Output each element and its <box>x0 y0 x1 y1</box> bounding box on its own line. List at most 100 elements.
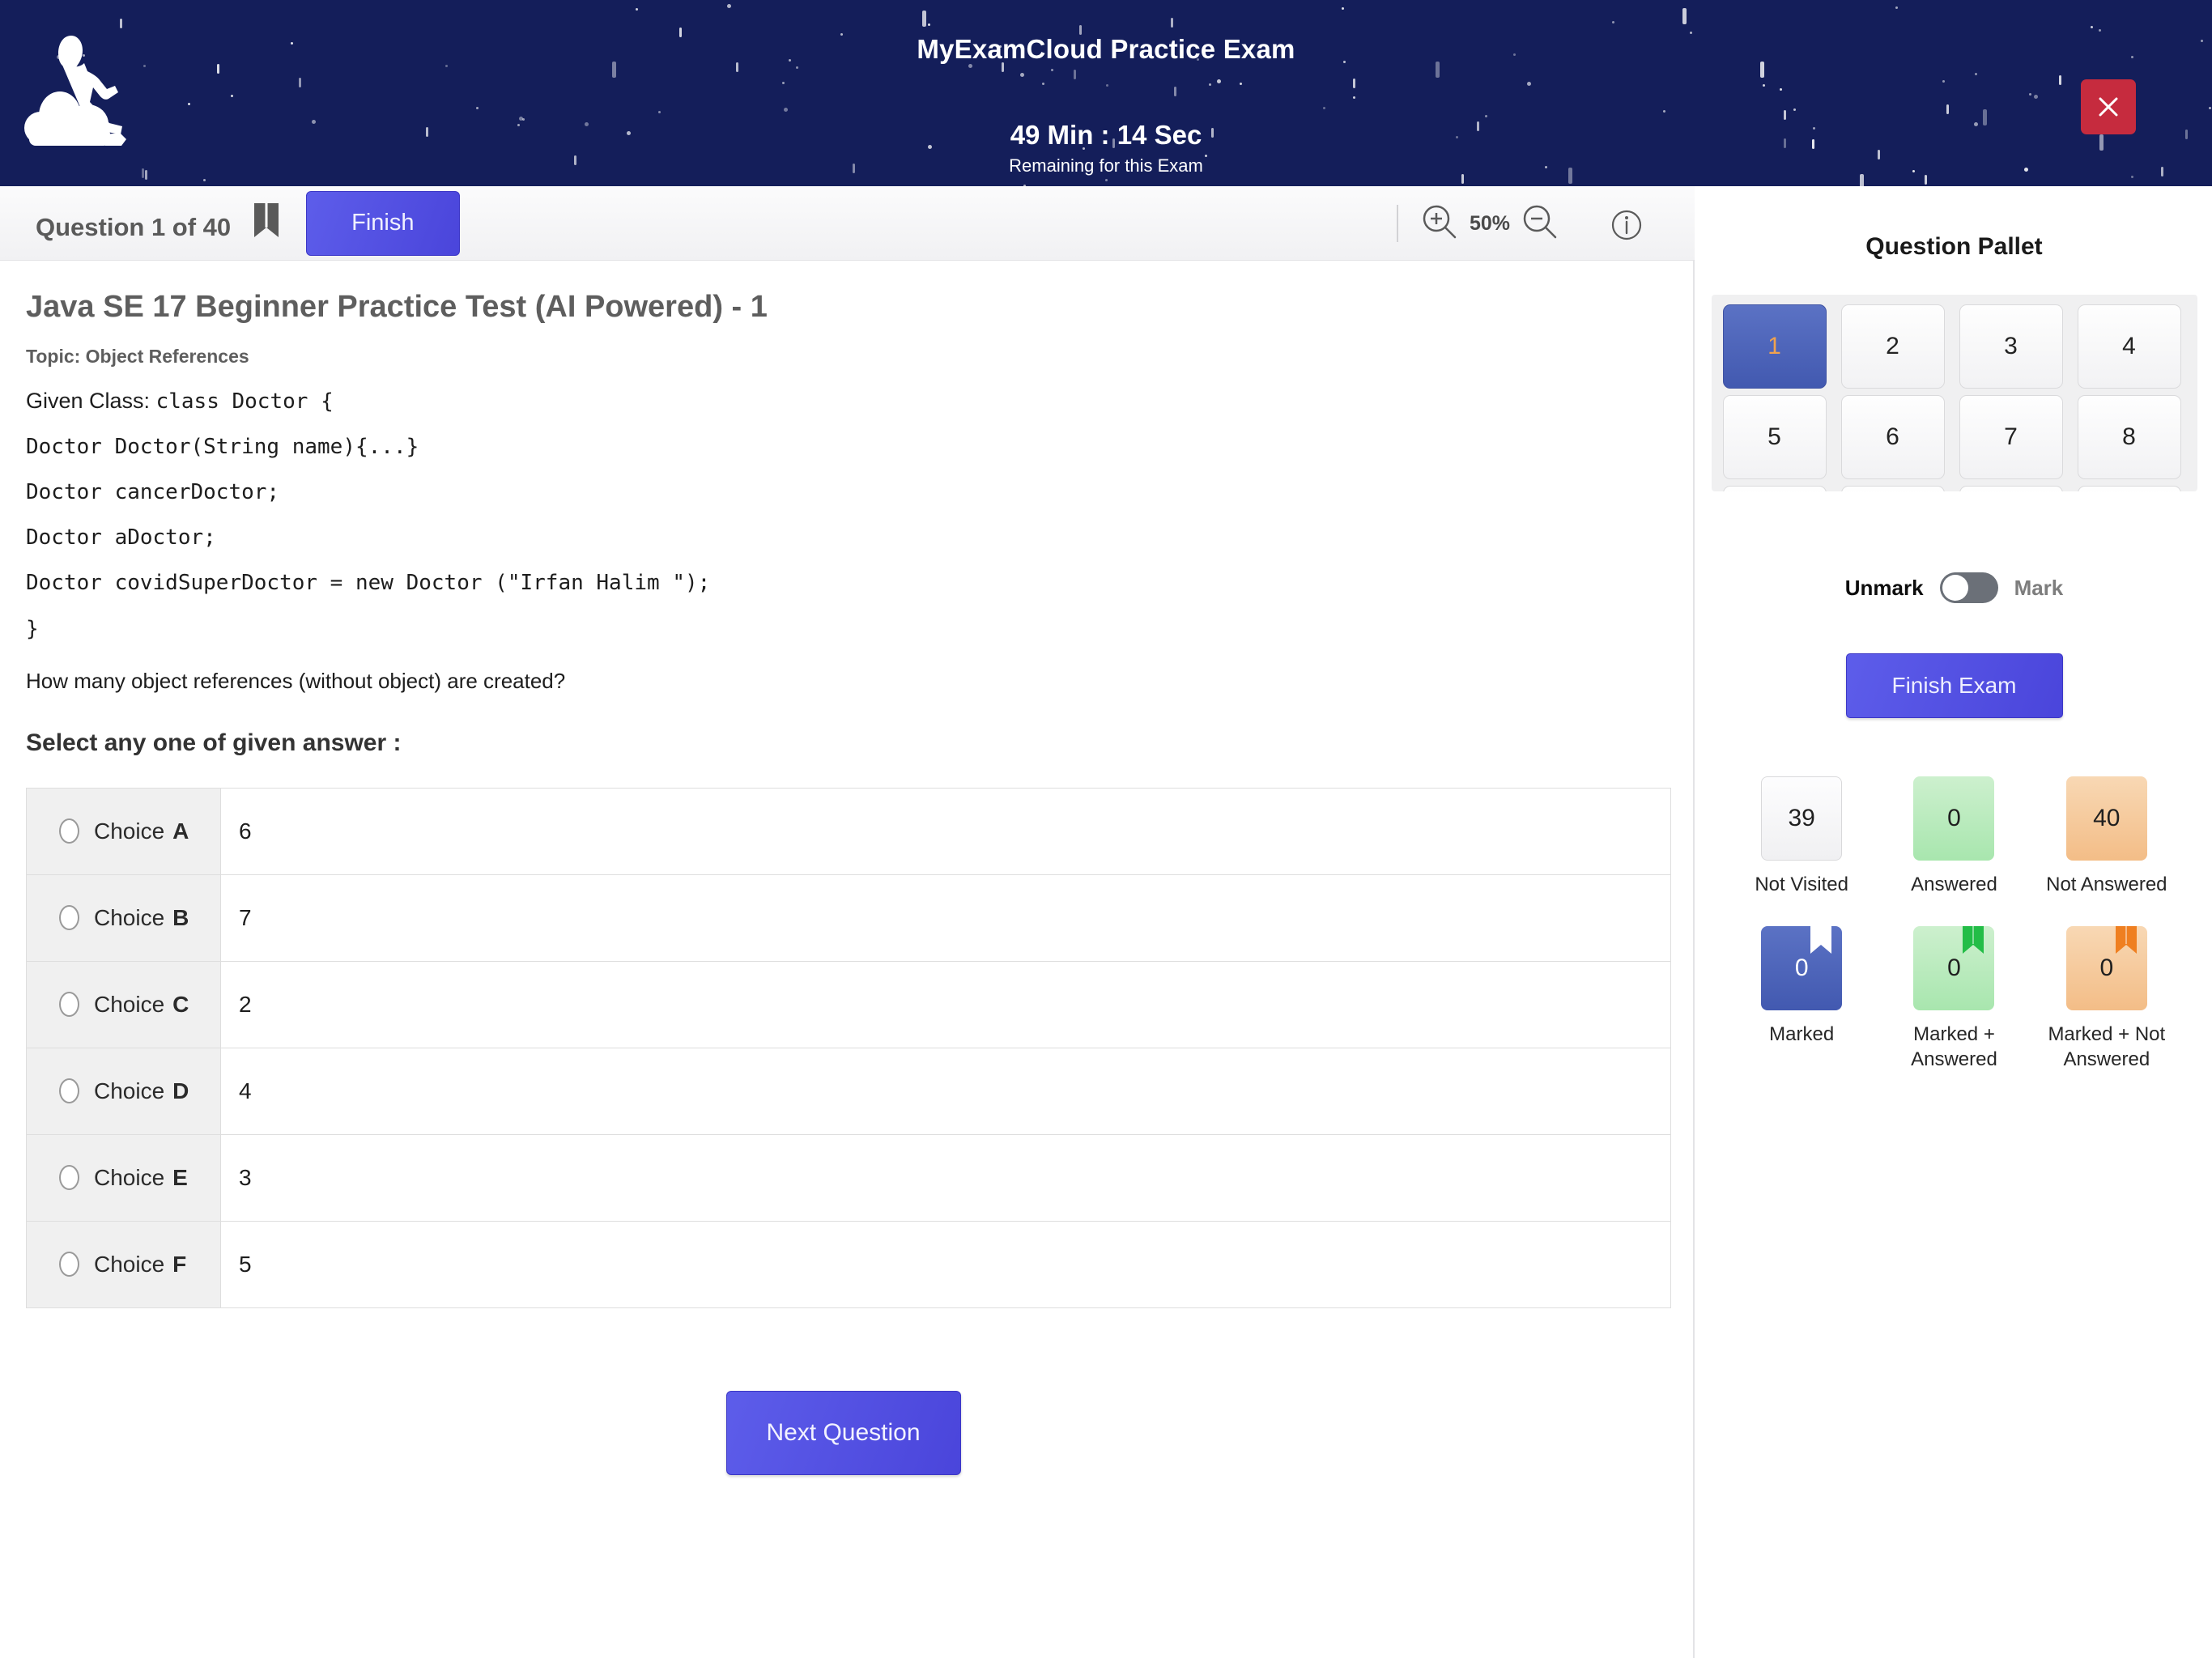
star-dot <box>1073 69 1076 79</box>
pallet-cell-9[interactable]: 9 <box>1722 486 1827 491</box>
star-dot <box>782 81 785 84</box>
star-dot <box>2209 107 2212 110</box>
zoom-level: 50% <box>1469 211 1510 235</box>
star-dot <box>1779 88 1782 91</box>
next-question-button[interactable]: Next Question <box>725 1390 961 1475</box>
legend-swatch: 0 <box>1913 926 1995 1011</box>
choice-word: Choice <box>94 818 165 844</box>
choice-row[interactable]: Choice B 7 <box>27 874 1670 962</box>
star-dot <box>727 4 732 9</box>
star-dot <box>1682 7 1687 24</box>
pallet-cell-4[interactable]: 4 <box>2077 304 2181 389</box>
mark-toggle[interactable] <box>1939 572 1998 603</box>
status-legend-row-2: 0 Marked 0 Marked + Answered 0 Marked + Not A… <box>1696 926 2212 1072</box>
star-dot <box>2099 28 2102 32</box>
pallet-cell-12[interactable]: 12 <box>2077 486 2181 491</box>
choice-option-c[interactable]: Choice C <box>27 961 221 1048</box>
question-prompt: How many object references (without obje… <box>26 668 566 693</box>
star-dot <box>1079 24 1083 35</box>
bookmark-icon[interactable] <box>253 202 280 245</box>
question-counter-label: Question 1 of 40 <box>36 212 232 241</box>
code-line-3: Doctor aDoctor; <box>26 525 216 551</box>
star-dot <box>795 66 798 70</box>
legend-count: 40 <box>2093 805 2121 831</box>
code-line-0: class Doctor { <box>155 389 334 414</box>
star-dot <box>922 10 927 27</box>
choice-letter: A <box>172 818 189 844</box>
radio-icon[interactable] <box>59 1078 79 1104</box>
pallet-cell-11[interactable]: 11 <box>1959 486 2063 491</box>
choice-value: 7 <box>221 874 1670 961</box>
given-class-label: Given Class: <box>26 389 151 413</box>
choice-value: 4 <box>221 1048 1670 1134</box>
star-dot <box>1352 96 1355 99</box>
code-line-1: Doctor Doctor(String name){...} <box>26 435 419 460</box>
zoom-out-icon[interactable] <box>1521 203 1559 244</box>
choice-letter: B <box>172 904 189 930</box>
radio-icon[interactable] <box>59 1252 79 1278</box>
pallet-cell-2[interactable]: 2 <box>1840 304 1945 389</box>
pallet-cell-6[interactable]: 6 <box>1840 395 1945 479</box>
question-toolbar: Question 1 of 40 Finish 50% <box>0 186 1695 261</box>
pallet-cell-10[interactable]: 10 <box>1840 486 1945 491</box>
star-dot <box>1975 73 1978 76</box>
pallet-cell-5[interactable]: 5 <box>1722 395 1827 479</box>
radio-icon[interactable] <box>59 905 79 931</box>
star-dot <box>1051 68 1054 71</box>
pallet-cell-7[interactable]: 7 <box>1959 395 2063 479</box>
star-dot <box>1763 83 1766 87</box>
star-dot <box>1020 72 1025 77</box>
star-dot <box>1783 110 1786 121</box>
finish-exam-wrap: Finish Exam <box>1696 653 2212 718</box>
choice-word: Choice <box>94 1164 165 1190</box>
pallet-cell-1[interactable]: 1 <box>1722 304 1827 389</box>
choice-row[interactable]: Choice A 6 <box>27 788 1670 875</box>
star-dot <box>231 94 234 97</box>
legend-label: Marked <box>1769 1023 1835 1046</box>
star-dot <box>635 7 638 11</box>
radio-icon[interactable] <box>59 1165 79 1191</box>
code-line-4: Doctor covidSuperDoctor = new Doctor ("I… <box>26 571 711 596</box>
bookmark-ribbon-icon <box>2115 926 2137 960</box>
star-dot <box>1323 106 1326 109</box>
choice-letter: C <box>172 991 189 1017</box>
star-dot <box>1170 18 1173 28</box>
choice-option-f[interactable]: Choice F <box>27 1221 221 1307</box>
toolbar-divider <box>1396 205 1398 242</box>
legend-count: 0 <box>1947 954 1961 982</box>
code-line-5: } <box>26 616 39 641</box>
star-dot <box>1946 104 1950 115</box>
legend-count: 0 <box>1947 805 1961 831</box>
pallet-cell-8[interactable]: 8 <box>2077 395 2181 479</box>
choice-option-a[interactable]: Choice A <box>27 788 221 874</box>
main-area: Question 1 of 40 Finish 50% Java SE 17 B… <box>0 186 2212 1658</box>
star-dot <box>1173 87 1176 96</box>
choice-row[interactable]: Choice E 3 <box>27 1134 1670 1222</box>
star-dot <box>1895 6 1899 10</box>
choice-row[interactable]: Choice F 5 <box>27 1221 1670 1308</box>
select-answer-label: Select any one of given answer : <box>26 729 402 756</box>
choice-option-d[interactable]: Choice D <box>27 1048 221 1134</box>
legend-swatch: 0 <box>2065 926 2147 1011</box>
close-icon <box>2099 97 2118 117</box>
choice-option-b[interactable]: Choice B <box>27 874 221 961</box>
info-icon[interactable] <box>1609 207 1644 247</box>
star-dot <box>1342 6 1345 10</box>
star-dot <box>1041 83 1044 86</box>
bookmark-ribbon-icon <box>1963 926 1984 960</box>
close-button[interactable] <box>2081 79 2136 134</box>
choice-key-label: Choice B <box>94 905 189 931</box>
question-pallet-box: 123456789101112131415161718192021222324 <box>1711 295 2197 491</box>
pallet-cell-3[interactable]: 3 <box>1959 304 2063 389</box>
zoom-in-icon[interactable] <box>1421 203 1458 244</box>
radio-icon[interactable] <box>59 818 79 844</box>
finish-button[interactable]: Finish <box>305 190 460 256</box>
star-dot <box>445 64 448 67</box>
radio-icon[interactable] <box>59 992 79 1018</box>
finish-exam-button[interactable]: Finish Exam <box>1845 653 2063 718</box>
choice-option-e[interactable]: Choice E <box>27 1134 221 1221</box>
choice-word: Choice <box>94 1251 165 1277</box>
choice-row[interactable]: Choice C 2 <box>27 961 1670 1048</box>
choice-row[interactable]: Choice D 4 <box>27 1048 1670 1135</box>
question-pallet-pane: Question Pallet 123456789101112131415161… <box>1696 186 2212 1658</box>
